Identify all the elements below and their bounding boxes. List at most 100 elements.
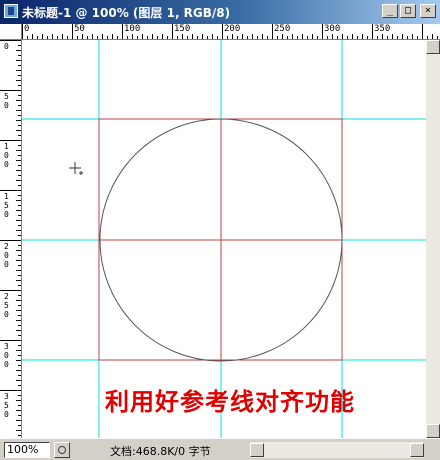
ruler-tick xyxy=(407,36,408,39)
ruler-tick xyxy=(347,36,348,39)
ruler-tick xyxy=(18,335,21,336)
ruler-tick xyxy=(92,34,93,39)
ruler-tick xyxy=(432,34,433,39)
ruler-tick xyxy=(16,150,21,151)
ruler-tick xyxy=(16,70,21,71)
ruler-tick xyxy=(222,24,223,39)
ruler-tick xyxy=(302,34,303,39)
ruler-tick xyxy=(157,36,158,39)
ruler-tick xyxy=(57,36,58,39)
status-menu-button[interactable] xyxy=(54,442,70,458)
maximize-button[interactable]: □ xyxy=(400,4,416,18)
ruler-tick xyxy=(18,435,21,436)
ruler-label: 3 0 0 xyxy=(4,342,9,369)
window-title: 未标题-1 @ 100% (图层 1, RGB/8) xyxy=(22,6,231,20)
ruler-tick xyxy=(18,255,21,256)
ruler-origin[interactable] xyxy=(0,24,22,40)
ruler-tick xyxy=(367,36,368,39)
ruler-tick xyxy=(187,36,188,39)
scroll-left-button[interactable] xyxy=(250,443,264,457)
ruler-tick xyxy=(142,34,143,39)
ruler-tick xyxy=(18,425,21,426)
ruler-tick xyxy=(18,375,21,376)
ruler-tick xyxy=(147,36,148,39)
ruler-tick xyxy=(177,36,178,39)
vertical-scrollbar[interactable] xyxy=(426,40,440,438)
minimize-button[interactable]: _ xyxy=(382,4,398,18)
ruler-tick xyxy=(0,90,21,91)
ruler-label: 50 xyxy=(74,24,85,34)
ruler-tick xyxy=(22,24,23,39)
document-info: 文档:468.8K/0 字节 xyxy=(110,445,211,458)
ruler-tick xyxy=(277,36,278,39)
ruler-tick xyxy=(16,100,21,101)
ruler-tick xyxy=(16,180,21,181)
horizontal-ruler[interactable]: 0 50 100 150 200 250 300 350 xyxy=(22,24,440,40)
ruler-tick xyxy=(16,210,21,211)
ruler-tick xyxy=(18,275,21,276)
ruler-tick xyxy=(16,80,21,81)
ruler-tick xyxy=(117,36,118,39)
ruler-tick xyxy=(16,350,21,351)
ruler-tick xyxy=(82,34,83,39)
ruler-tick xyxy=(132,34,133,39)
vertical-ruler[interactable]: 0 5 0 1 0 0 1 5 0 2 0 0 2 5 0 3 0 0 3 5 … xyxy=(0,40,22,438)
guide-lines[interactable] xyxy=(22,40,426,438)
ruler-label: 5 0 xyxy=(4,92,9,110)
canvas-drawing xyxy=(22,40,426,438)
ruler-tick xyxy=(382,34,383,39)
ruler-tick xyxy=(242,34,243,39)
ruler-tick xyxy=(162,34,163,39)
ruler-tick xyxy=(412,34,413,39)
ruler-tick xyxy=(16,270,21,271)
selection-square xyxy=(98,118,343,361)
scroll-down-button[interactable] xyxy=(426,424,440,438)
ruler-tick xyxy=(127,36,128,39)
ruler-tick xyxy=(257,36,258,39)
document-canvas[interactable]: 利用好参考线对齐功能 xyxy=(22,40,426,438)
ruler-tick xyxy=(16,310,21,311)
ruler-tick xyxy=(18,225,21,226)
ruler-tick xyxy=(137,36,138,39)
ruler-tick xyxy=(18,395,21,396)
ruler-tick xyxy=(16,280,21,281)
ruler-tick xyxy=(18,95,21,96)
ruler-tick xyxy=(16,360,21,361)
ruler-tick xyxy=(18,145,21,146)
ruler-tick xyxy=(18,325,21,326)
ruler-tick xyxy=(212,34,213,39)
ruler-tick xyxy=(207,36,208,39)
ruler-tick xyxy=(18,85,21,86)
ruler-tick xyxy=(16,50,21,51)
ruler-tick xyxy=(0,390,21,391)
ruler-tick xyxy=(16,170,21,171)
ruler-tick xyxy=(62,34,63,39)
zoom-field[interactable]: 100% xyxy=(4,442,50,458)
title-bar[interactable]: 未标题-1 @ 100% (图层 1, RGB/8) _ □ × xyxy=(0,0,440,24)
ruler-tick xyxy=(16,160,21,161)
ruler-tick xyxy=(16,400,21,401)
ruler-tick xyxy=(18,45,21,46)
ruler-tick xyxy=(27,36,28,39)
ruler-tick xyxy=(307,36,308,39)
crosshair-cursor-icon xyxy=(69,162,83,175)
ruler-tick xyxy=(18,305,21,306)
ruler-tick xyxy=(0,340,21,341)
ruler-tick xyxy=(16,250,21,251)
ruler-tick xyxy=(0,240,21,241)
ruler-tick xyxy=(97,36,98,39)
ruler-tick xyxy=(362,34,363,39)
ruler-tick xyxy=(42,34,43,39)
horizontal-scrollbar[interactable] xyxy=(250,442,424,458)
close-button[interactable]: × xyxy=(420,4,436,18)
ruler-tick xyxy=(16,330,21,331)
scroll-right-button[interactable] xyxy=(410,443,424,457)
ruler-tick xyxy=(397,36,398,39)
document-window: 未标题-1 @ 100% (图层 1, RGB/8) _ □ × 0 50 10… xyxy=(0,0,440,460)
ruler-label: 2 0 0 xyxy=(4,242,9,269)
ruler-tick xyxy=(18,125,21,126)
ruler-tick xyxy=(67,36,68,39)
ruler-tick xyxy=(232,34,233,39)
ruler-label: 100 xyxy=(124,24,141,34)
scroll-up-button[interactable] xyxy=(426,40,440,54)
